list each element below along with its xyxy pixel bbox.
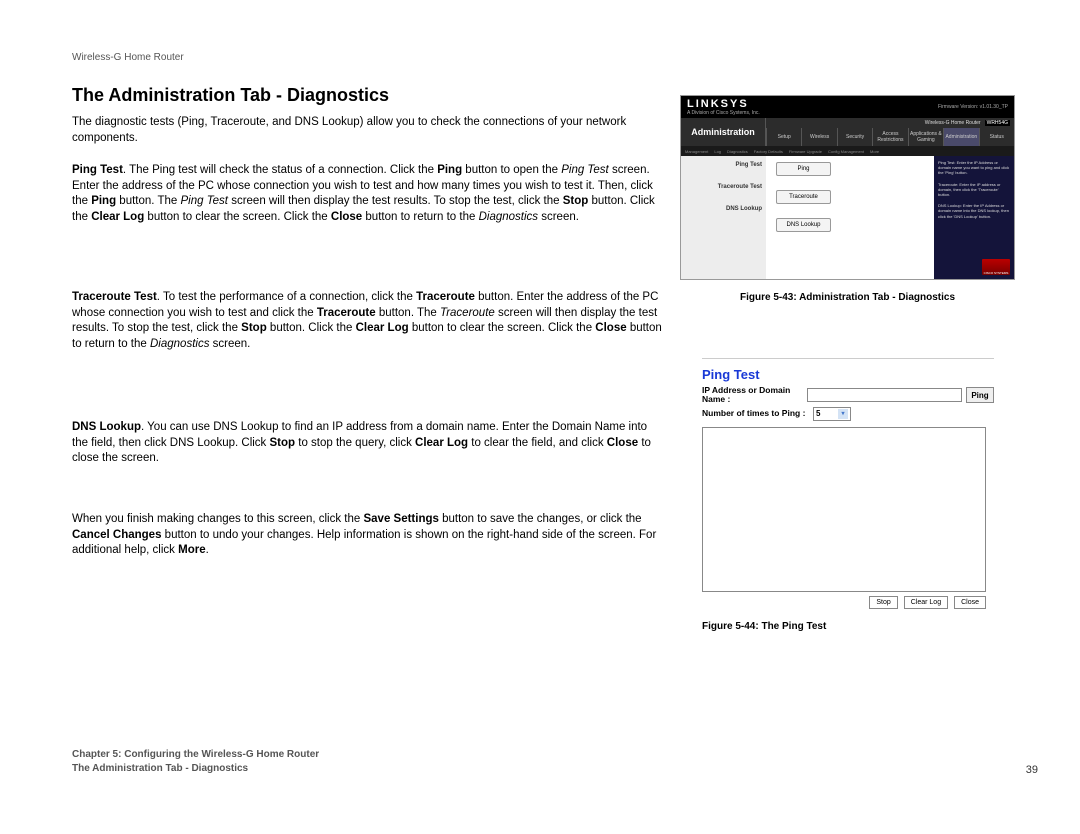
cisco-logo: CISCO SYSTEMS [982, 259, 1010, 275]
ping-bold-1: Ping Test [72, 164, 123, 176]
divider [702, 358, 994, 359]
left-label-dns: DNS Lookup [685, 206, 762, 212]
left-label-traceroute: Traceroute Test [685, 184, 762, 190]
model-badge: WRH54G [985, 120, 1010, 126]
help-ping: Ping Test: Enter the IP Address or domai… [938, 160, 1010, 176]
stop-button[interactable]: Stop [869, 596, 897, 609]
subtab-diagnostics[interactable]: Diagnostics [727, 149, 748, 154]
subtab-config[interactable]: Config Management [828, 149, 864, 154]
help-dns: DNS Lookup: Enter the IP Address or doma… [938, 203, 1010, 219]
subtab-more[interactable]: More [870, 149, 879, 154]
product-header: Wireless-G Home Router [72, 52, 184, 63]
ping-paragraph: Ping Test. The Ping test will check the … [72, 163, 662, 225]
clear-log-button[interactable]: Clear Log [904, 596, 948, 609]
subtab-row: Management Log Diagnostics Factory Defau… [681, 146, 1014, 156]
figure-1-caption: Figure 5-43: Administration Tab - Diagno… [680, 292, 1015, 303]
ping-count-label: Number of times to Ping : [702, 409, 807, 418]
firmware-version: Firmware Version: v1.01.30_TP [938, 104, 1008, 110]
close-button[interactable]: Close [954, 596, 986, 609]
tab-access-restrictions[interactable]: Access Restrictions [872, 128, 907, 146]
footer-chapter: Chapter 5: Configuring the Wireless-G Ho… [72, 748, 319, 762]
ping-count-select[interactable]: 5 ▾ [813, 407, 851, 421]
figure-2: Ping Test IP Address or Domain Name : Pi… [702, 358, 994, 632]
footer-section: The Administration Tab - Diagnostics [72, 762, 319, 776]
ip-address-input[interactable] [807, 388, 962, 402]
ping-submit-button[interactable]: Ping [966, 387, 994, 403]
ip-address-label: IP Address or Domain Name : [702, 386, 807, 405]
ping-test-title: Ping Test [702, 367, 994, 382]
linksys-logo: LINKSYS [687, 98, 760, 110]
page-title: The Administration Tab - Diagnostics [72, 85, 389, 106]
linksys-sublogo: A Division of Cisco Systems, Inc. [687, 110, 760, 116]
figure-1: LINKSYS A Division of Cisco Systems, Inc… [680, 95, 1015, 303]
figure-2-caption: Figure 5-44: The Ping Test [702, 621, 994, 632]
help-traceroute: Traceroute: Enter the IP address or doma… [938, 182, 1010, 198]
tab-setup[interactable]: Setup [766, 128, 801, 146]
router-admin-screenshot: LINKSYS A Division of Cisco Systems, Inc… [680, 95, 1015, 280]
ping-count-value: 5 [816, 409, 820, 418]
save-paragraph: When you finish making changes to this s… [72, 512, 662, 559]
tab-applications-gaming[interactable]: Applications & Gaming [908, 128, 943, 146]
page-footer: Chapter 5: Configuring the Wireless-G Ho… [72, 748, 1038, 776]
tab-security[interactable]: Security [837, 128, 872, 146]
subtab-factory[interactable]: Factory Defaults [754, 149, 783, 154]
tab-wireless[interactable]: Wireless [801, 128, 836, 146]
ping-button[interactable]: Ping [776, 162, 831, 176]
intro-paragraph: The diagnostic tests (Ping, Traceroute, … [72, 115, 662, 146]
traceroute-button[interactable]: Traceroute [776, 190, 831, 204]
traceroute-paragraph: Traceroute Test. To test the performance… [72, 290, 662, 352]
dns-lookup-button[interactable]: DNS Lookup [776, 218, 831, 232]
left-label-ping: Ping Test [685, 162, 762, 168]
tab-status[interactable]: Status [979, 128, 1014, 146]
page-number: 39 [1026, 764, 1038, 776]
product-bar: Wireless-G Home Router [925, 120, 981, 126]
ping-output-area [702, 427, 986, 592]
subtab-management[interactable]: Management [685, 149, 708, 154]
chevron-down-icon: ▾ [838, 409, 848, 419]
section-label: Administration [681, 118, 766, 146]
tab-administration[interactable]: Administration [943, 128, 978, 146]
subtab-firmware[interactable]: Firmware Upgrade [789, 149, 822, 154]
subtab-log[interactable]: Log [714, 149, 721, 154]
dns-paragraph: DNS Lookup. You can use DNS Lookup to fi… [72, 420, 662, 467]
